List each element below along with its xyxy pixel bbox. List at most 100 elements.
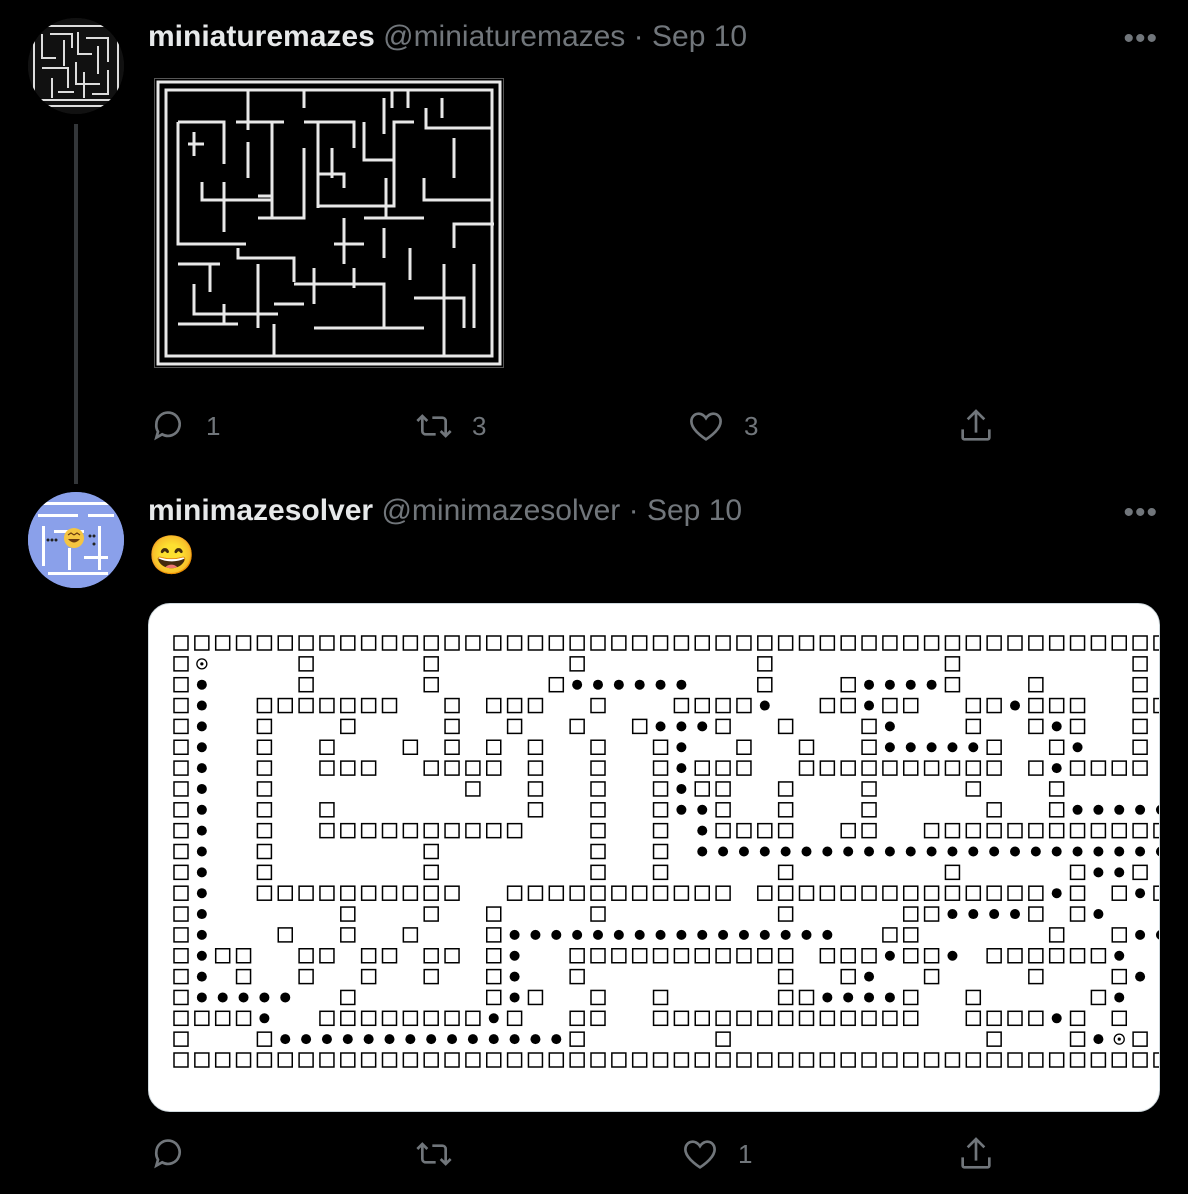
retweet-button[interactable] — [414, 1134, 472, 1174]
maze-wall-cell — [590, 781, 606, 797]
maze-wall-cell — [861, 739, 877, 755]
more-options-button[interactable]: ••• — [1123, 496, 1158, 530]
maze-wall-cell — [340, 989, 356, 1006]
solution-path-dot — [280, 1034, 291, 1045]
separator: · — [633, 20, 644, 53]
maze-wall-cell — [506, 885, 523, 901]
solution-path-dot — [947, 846, 958, 857]
maze-wall-cell — [1048, 739, 1065, 755]
maze-wall-cell — [340, 927, 356, 943]
maze-wall-cell — [1028, 697, 1044, 714]
maze-wall-cell — [1132, 1031, 1148, 1047]
maze-wall-cell — [736, 948, 752, 964]
maze-wall-cell — [277, 1052, 293, 1068]
maze-wall-cell — [840, 697, 856, 714]
maze-wall-cell — [923, 885, 940, 901]
solution-path-dot — [843, 992, 854, 1003]
maze-wall-cell — [444, 822, 460, 839]
maze-wall-cell — [548, 1052, 565, 1068]
maze-wall-cell — [527, 739, 544, 755]
avatar-minimazesolver[interactable] — [28, 492, 124, 588]
maze-wall-cell — [590, 802, 606, 818]
maze-wall-cell — [715, 1052, 731, 1068]
solution-path-dot — [321, 1034, 332, 1045]
maze-wall-cell — [861, 822, 877, 839]
maze-wall-cell — [652, 1010, 669, 1027]
maze-wall-cell — [673, 1052, 690, 1068]
share-button[interactable] — [956, 406, 996, 446]
display-name[interactable]: minimazesolver — [148, 494, 373, 527]
reply-button[interactable] — [148, 1134, 206, 1174]
solution-path-dot — [864, 971, 875, 982]
maze-wall-cell — [590, 739, 606, 755]
maze-wall-cell — [1028, 676, 1044, 693]
maze-wall-cell — [903, 927, 919, 943]
solution-path-dot — [822, 992, 833, 1003]
solution-path-dot — [342, 1034, 353, 1045]
display-name[interactable]: miniaturemazes — [148, 20, 375, 53]
maze-wall-cell — [590, 635, 606, 651]
solution-path-dot — [926, 846, 937, 857]
maze-wall-cell — [173, 718, 189, 735]
maze-wall-cell — [360, 697, 377, 714]
maze-solution-image[interactable] — [148, 603, 1160, 1112]
maze-wall-cell — [1028, 1010, 1044, 1027]
maze-wall-cell — [340, 718, 356, 735]
maze-wall-cell — [757, 656, 773, 672]
solution-path-dot — [572, 929, 583, 940]
maze-wall-cell — [965, 1052, 982, 1068]
maze-wall-cell — [173, 885, 189, 901]
maze-wall-cell — [1090, 1052, 1107, 1068]
maze-wall-cell — [861, 1010, 877, 1027]
maze-wall-cell — [777, 1052, 794, 1068]
reply-button[interactable]: 1 — [148, 406, 220, 446]
retweet-button[interactable]: 3 — [414, 406, 486, 446]
solution-path-dot — [926, 679, 937, 690]
solution-path-dot — [676, 721, 687, 732]
maze-wall-cell — [777, 968, 794, 985]
maze-image[interactable] — [154, 78, 504, 368]
timestamp[interactable]: Sep 10 — [647, 494, 742, 527]
solution-path-dot — [1093, 846, 1104, 857]
maze-wall-cell — [840, 676, 856, 693]
solution-path-dot — [718, 846, 729, 857]
like-button[interactable]: 1 — [680, 1134, 752, 1174]
maze-wall-cell — [652, 822, 669, 839]
handle[interactable]: @minimazesolver — [381, 494, 620, 527]
maze-wall-cell — [256, 802, 273, 818]
maze-wall-cell — [340, 1010, 356, 1027]
maze-wall-cell — [861, 1052, 877, 1068]
like-button[interactable]: 3 — [686, 406, 758, 446]
maze-wall-cell — [486, 927, 502, 943]
more-options-button[interactable]: ••• — [1123, 22, 1158, 56]
maze-wall-cell — [777, 635, 794, 651]
maze-wall-cell — [965, 718, 982, 735]
maze-wall-cell — [423, 906, 439, 922]
maze-wall-cell — [319, 697, 335, 714]
maze-wall-cell — [360, 635, 377, 651]
solution-path-dot — [947, 950, 958, 961]
maze-wall-cell — [1028, 635, 1044, 651]
maze-wall-cell — [402, 739, 419, 755]
maze-wall-cell — [194, 1052, 210, 1068]
maze-wall-cell — [652, 635, 669, 651]
maze-wall-cell — [256, 885, 273, 901]
solution-path-dot — [613, 929, 624, 940]
solution-path-dot — [509, 992, 520, 1003]
handle[interactable]: @miniaturemazes — [383, 20, 625, 53]
maze-wall-cell — [631, 948, 648, 964]
share-button[interactable] — [956, 1134, 996, 1174]
maze-wall-cell — [777, 948, 794, 964]
maze-wall-cell — [923, 906, 940, 922]
maze-wall-cell — [1090, 760, 1107, 776]
maze-wall-cell — [652, 760, 669, 776]
solution-path-dot — [1114, 846, 1125, 857]
retweet-icon — [416, 1142, 452, 1166]
maze-wall-cell — [173, 697, 189, 714]
maze-wall-cell — [861, 885, 877, 901]
timestamp[interactable]: Sep 10 — [652, 20, 747, 53]
solution-path-dot — [1010, 846, 1020, 857]
avatar-miniaturemazes[interactable] — [28, 18, 124, 114]
maze-wall-cell — [173, 843, 189, 860]
solution-path-dot — [196, 763, 207, 774]
